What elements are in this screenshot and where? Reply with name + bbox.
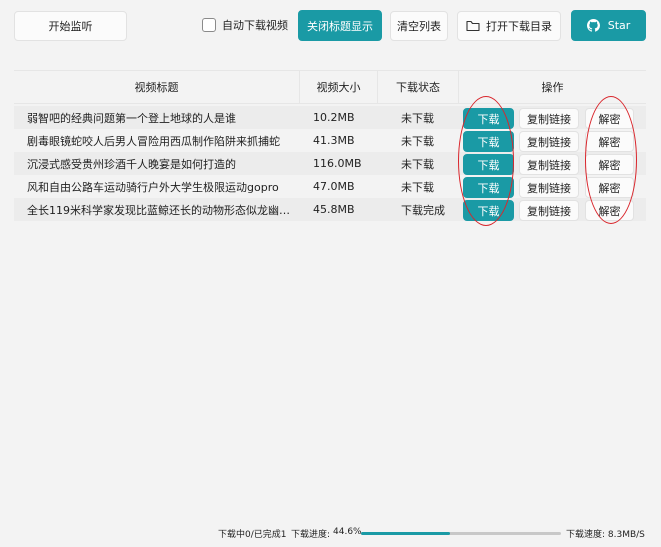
decrypt-button[interactable]: 解密 xyxy=(585,177,634,198)
download-status: 未下载 xyxy=(401,157,434,171)
video-title: 风和自由公路车运动骑行户外大学生极限运动gopro xyxy=(27,180,279,194)
video-size: 47.0MB xyxy=(313,180,355,193)
github-icon xyxy=(586,19,600,32)
download-button[interactable]: 下载 xyxy=(463,154,514,175)
download-status: 下载完成 xyxy=(401,203,445,217)
decrypt-button[interactable]: 解密 xyxy=(585,108,634,129)
decrypt-button[interactable]: 解密 xyxy=(585,154,634,175)
video-title: 剧毒眼镜蛇咬人后男人冒险用西瓜制作陷阱来抓捕蛇 xyxy=(27,134,280,148)
download-button[interactable]: 下载 xyxy=(463,131,514,152)
toggle-title-display-button[interactable]: 关闭标题显示 xyxy=(298,10,382,41)
progress-bar-fill xyxy=(361,532,451,535)
folder-icon xyxy=(466,20,480,32)
copy-link-button[interactable]: 复制链接 xyxy=(519,154,579,175)
table-row: 全长119米科学家发现比蓝鲸还长的动物形态似龙幽居深… 45.8MB 下载完成 … xyxy=(14,198,646,221)
progress-label: 下载进度: xyxy=(291,530,331,540)
progress-value: 44.6% xyxy=(333,527,362,537)
video-size: 45.8MB xyxy=(313,203,355,216)
video-size: 41.3MB xyxy=(313,134,355,147)
auto-download-checkbox[interactable]: 自动下载视频 xyxy=(202,17,288,33)
header-actions: 操作 xyxy=(458,71,646,103)
copy-link-button[interactable]: 复制链接 xyxy=(519,200,579,221)
download-button[interactable]: 下载 xyxy=(463,108,514,129)
checkbox-box[interactable] xyxy=(202,18,216,32)
video-size: 116.0MB xyxy=(313,157,362,170)
copy-link-button[interactable]: 复制链接 xyxy=(519,177,579,198)
decrypt-button[interactable]: 解密 xyxy=(585,200,634,221)
download-status: 未下载 xyxy=(401,134,434,148)
start-monitor-button[interactable]: 开始监听 xyxy=(14,11,127,41)
table-body: 弱智吧的经典问题第一个登上地球的人是谁 10.2MB 未下载 下载 复制链接 解… xyxy=(14,106,646,221)
table-row: 风和自由公路车运动骑行户外大学生极限运动gopro 47.0MB 未下载 下载 … xyxy=(14,175,646,198)
table-row: 弱智吧的经典问题第一个登上地球的人是谁 10.2MB 未下载 下载 复制链接 解… xyxy=(14,106,646,129)
progress-bar xyxy=(361,532,561,535)
download-speed: 下载速度: 8.3MB/S xyxy=(566,530,645,540)
download-status: 未下载 xyxy=(401,180,434,194)
header-title: 视频标题 xyxy=(134,81,179,94)
download-button[interactable]: 下载 xyxy=(463,177,514,198)
copy-link-button[interactable]: 复制链接 xyxy=(519,108,579,129)
table-row: 剧毒眼镜蛇咬人后男人冒险用西瓜制作陷阱来抓捕蛇 41.3MB 未下载 下载 复制… xyxy=(14,129,646,152)
auto-download-label: 自动下载视频 xyxy=(222,19,288,32)
star-label: Star xyxy=(607,19,631,32)
github-star-button[interactable]: Star xyxy=(571,10,646,41)
open-download-dir-button[interactable]: 打开下载目录 xyxy=(457,11,561,41)
download-button[interactable]: 下载 xyxy=(463,200,514,221)
table-row: 沉浸式感受贵州珍酒千人晚宴是如何打造的 116.0MB 未下载 下载 复制链接 … xyxy=(14,152,646,175)
status-bar: 下载中0/已完成1 下载进度: 44.6% 下载速度: 8.3MB/S xyxy=(0,524,661,542)
open-download-dir-label: 打开下载目录 xyxy=(486,20,552,33)
table-header: 视频标题 视频大小 下载状态 操作 xyxy=(14,70,646,104)
download-status: 未下载 xyxy=(401,111,434,125)
video-table: 视频标题 视频大小 下载状态 操作 弱智吧的经典问题第一个登上地球的人是谁 10… xyxy=(14,70,646,221)
video-title: 弱智吧的经典问题第一个登上地球的人是谁 xyxy=(27,111,236,125)
video-size: 10.2MB xyxy=(313,111,355,124)
header-status: 下载状态 xyxy=(377,71,458,103)
video-title: 全长119米科学家发现比蓝鲸还长的动物形态似龙幽居深… xyxy=(27,203,292,217)
copy-link-button[interactable]: 复制链接 xyxy=(519,131,579,152)
header-size: 视频大小 xyxy=(299,71,377,103)
download-counts: 下载中0/已完成1 xyxy=(218,530,287,540)
video-title: 沉浸式感受贵州珍酒千人晚宴是如何打造的 xyxy=(27,157,236,171)
decrypt-button[interactable]: 解密 xyxy=(585,131,634,152)
clear-list-button[interactable]: 清空列表 xyxy=(390,11,448,41)
